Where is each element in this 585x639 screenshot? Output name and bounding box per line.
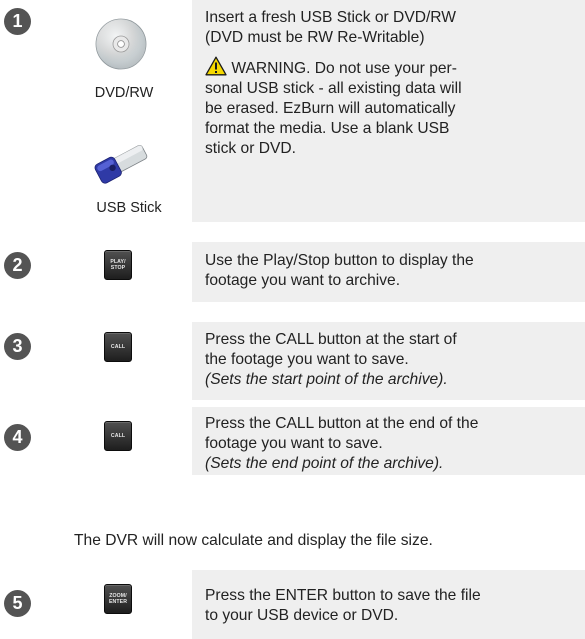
dvd-rw-caption: DVD/RW (94, 85, 154, 101)
dvd-disc-icon (95, 18, 147, 70)
warning-text-4: format the media. Use a blank USB (205, 120, 450, 137)
warning-triangle-icon (205, 56, 227, 76)
usb-stick-icon (94, 144, 148, 184)
warning-text-3: be erased. EzBurn will automatically (205, 100, 456, 117)
step-4-block: Press the CALL button at the end of the … (0, 407, 585, 477)
warning-text-1: WARNING. Do not use your per- (227, 60, 457, 77)
usb-stick-caption: USB Stick (96, 200, 162, 216)
step-4-text: Press the CALL button at the end of the … (192, 407, 585, 475)
step-5-line-1: Press the ENTER button to save the file (205, 587, 481, 604)
step-3-line-1: Press the CALL button at the start of (205, 331, 457, 348)
step-5: 5 ZOOM/ ENTER Press the ENTER button to … (0, 570, 585, 639)
step-number-badge: 1 (4, 8, 31, 35)
step-5-instructions: Press the ENTER button to save the file … (192, 570, 585, 639)
step-3: 3 CALL Press the CALL button at the star… (0, 322, 585, 400)
step-1-line-1: Insert a fresh USB Stick or DVD/RW (205, 9, 457, 26)
step-2-line-1: Use the Play/Stop button to display the (205, 252, 474, 269)
zoom-enter-button-image: ZOOM/ ENTER (104, 584, 132, 614)
step-1-warning: WARNING. Do not use your per- sonal USB … (205, 56, 585, 159)
step-number-badge: 5 (4, 590, 31, 617)
step-5-line-2: to your USB device or DVD. (205, 607, 399, 624)
step-2-line-2: footage you want to archive. (205, 272, 401, 289)
play-stop-button-image: PLAY/ STOP (104, 250, 132, 280)
step-1-line-2: (DVD must be RW Re-Writable) (205, 29, 425, 46)
warning-text-2: sonal USB stick - all existing data will (205, 80, 462, 97)
step-number-badge: 2 (4, 252, 31, 279)
step-1-instructions: Insert a fresh USB Stick or DVD/RW (DVD … (192, 0, 585, 222)
call-button-image: CALL (104, 332, 132, 362)
step-4-note: (Sets the end point of the archive). (205, 455, 444, 472)
step-number-badge: 3 (4, 333, 31, 360)
step-3-instructions: Press the CALL button at the start of th… (192, 322, 585, 400)
file-size-info-text: The DVR will now calculate and display t… (74, 532, 433, 549)
step-4-line-1: Press the CALL button at the end of the (205, 415, 479, 432)
step-3-note: (Sets the start point of the archive). (205, 371, 448, 388)
step-2-instructions: Use the Play/Stop button to display the … (192, 242, 585, 302)
step-2: 2 PLAY/ STOP Use the Play/Stop button to… (0, 242, 585, 302)
step-1: 1 DVD/RW USB Stick Insert a fresh USB St… (0, 0, 585, 225)
step-4-line-2: footage you want to save. (205, 435, 383, 452)
step-3-line-2: the footage you want to save. (205, 351, 409, 368)
warning-text-5: stick or DVD. (205, 140, 296, 157)
